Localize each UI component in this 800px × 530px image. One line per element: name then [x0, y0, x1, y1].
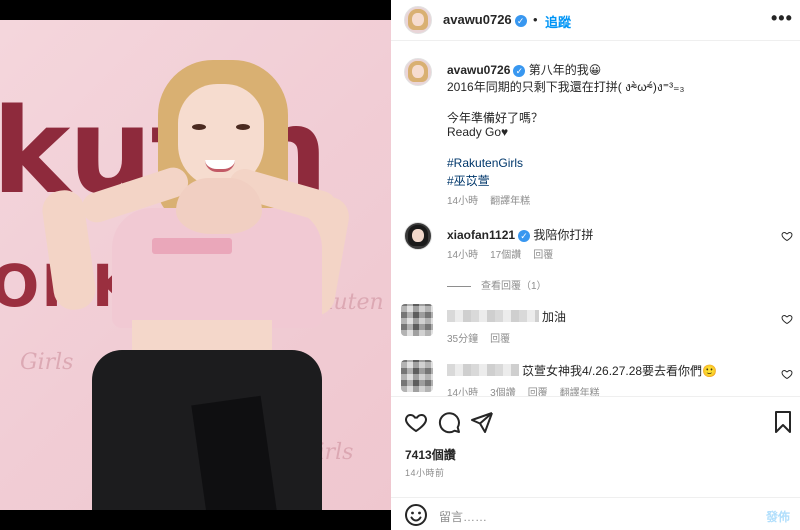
post-photo: kut n ONK Rakuten Girls Girls [0, 20, 391, 510]
author-avatar[interactable] [404, 6, 432, 34]
follow-button[interactable]: 追蹤 [545, 12, 571, 31]
emoji-icon[interactable] [404, 503, 428, 527]
comment-meta: 14小時 17個讚 回覆 [447, 250, 554, 261]
separator-dot: • [533, 12, 538, 27]
comment-text: 加油 [542, 310, 567, 324]
caption-first-line: avawu0726 ✓ 第八年的我😀 [447, 61, 601, 78]
caption-line-4: Ready Go♥ [447, 125, 509, 139]
reply-button[interactable]: 回覆 [533, 250, 553, 261]
blurred-username[interactable] [447, 364, 519, 376]
post-timestamp[interactable]: 14小時前 [405, 466, 445, 479]
blurred-avatar[interactable] [401, 360, 433, 392]
post-side-panel: avawu0726 ✓ • 追蹤 ••• avawu0726 ✓ 第八年的我😀 20… [391, 0, 800, 530]
commenter-avatar[interactable] [404, 222, 432, 250]
verified-icon: ✓ [514, 15, 527, 27]
like-count[interactable]: 7413個讚 [405, 446, 456, 463]
blurred-avatar[interactable] [401, 304, 433, 336]
view-replies-button[interactable]: 查看回覆（1） [447, 277, 547, 292]
caption-username[interactable]: avawu0726 [447, 63, 510, 77]
hashtag-link[interactable]: #RakutenGirls [447, 156, 523, 170]
caption-time: 14小時 [447, 196, 479, 207]
post-header: avawu0726 ✓ • 追蹤 ••• [391, 0, 800, 41]
verified-icon: ✓ [518, 230, 531, 242]
verified-icon: ✓ [513, 65, 526, 77]
caption-line-3: 今年準備好了嗎？ [447, 111, 544, 125]
author-username[interactable]: avawu0726 ✓ [443, 12, 527, 27]
caption-text: 第八年的我😀 [528, 63, 602, 77]
post-comment-button[interactable]: 發佈 [766, 508, 790, 525]
reply-button[interactable]: 回覆 [490, 334, 510, 345]
caption-avatar[interactable] [404, 58, 432, 86]
instagram-post-modal: kut n ONK Rakuten Girls Girls avawu0726✓ [0, 0, 800, 530]
comment-input[interactable]: 留言…… [439, 508, 487, 525]
share-icon[interactable] [470, 410, 494, 434]
comment-text: 苡萱女神我4/.26.27.28要去看你們🙂 [522, 364, 717, 378]
caption-line-2: 2016年同期的只剩下我還在打拼( ง⁼̴̀ω⁼̴́)ง⁼³₌₃ [447, 80, 685, 94]
hashtag-link[interactable]: #巫苡萱 [447, 172, 490, 189]
more-options-icon[interactable]: ••• [771, 8, 793, 29]
comment-like-icon[interactable] [781, 313, 793, 325]
comment-likes[interactable]: 17個讚 [490, 250, 521, 261]
bookmark-icon[interactable] [771, 410, 795, 434]
comment-meta: 35分鐘 回覆 [447, 334, 511, 345]
comment-text: 我陪你打拼 [533, 228, 594, 242]
heart-icon[interactable] [404, 410, 428, 434]
comment-composer: 留言…… 發佈 [391, 497, 800, 530]
comment-icon[interactable] [437, 410, 461, 434]
comment-like-icon[interactable] [781, 230, 793, 242]
translate-link[interactable]: 翻譯年糕 [490, 196, 530, 207]
caption-meta: 14小時 翻譯年糕 [447, 192, 542, 207]
comment-text-row: xiaofan1121 ✓ 我陪你打拼 [447, 226, 593, 243]
comment-username[interactable]: xiaofan1121 [447, 228, 515, 242]
blurred-username[interactable] [447, 310, 539, 322]
comment-like-icon[interactable] [781, 368, 793, 380]
